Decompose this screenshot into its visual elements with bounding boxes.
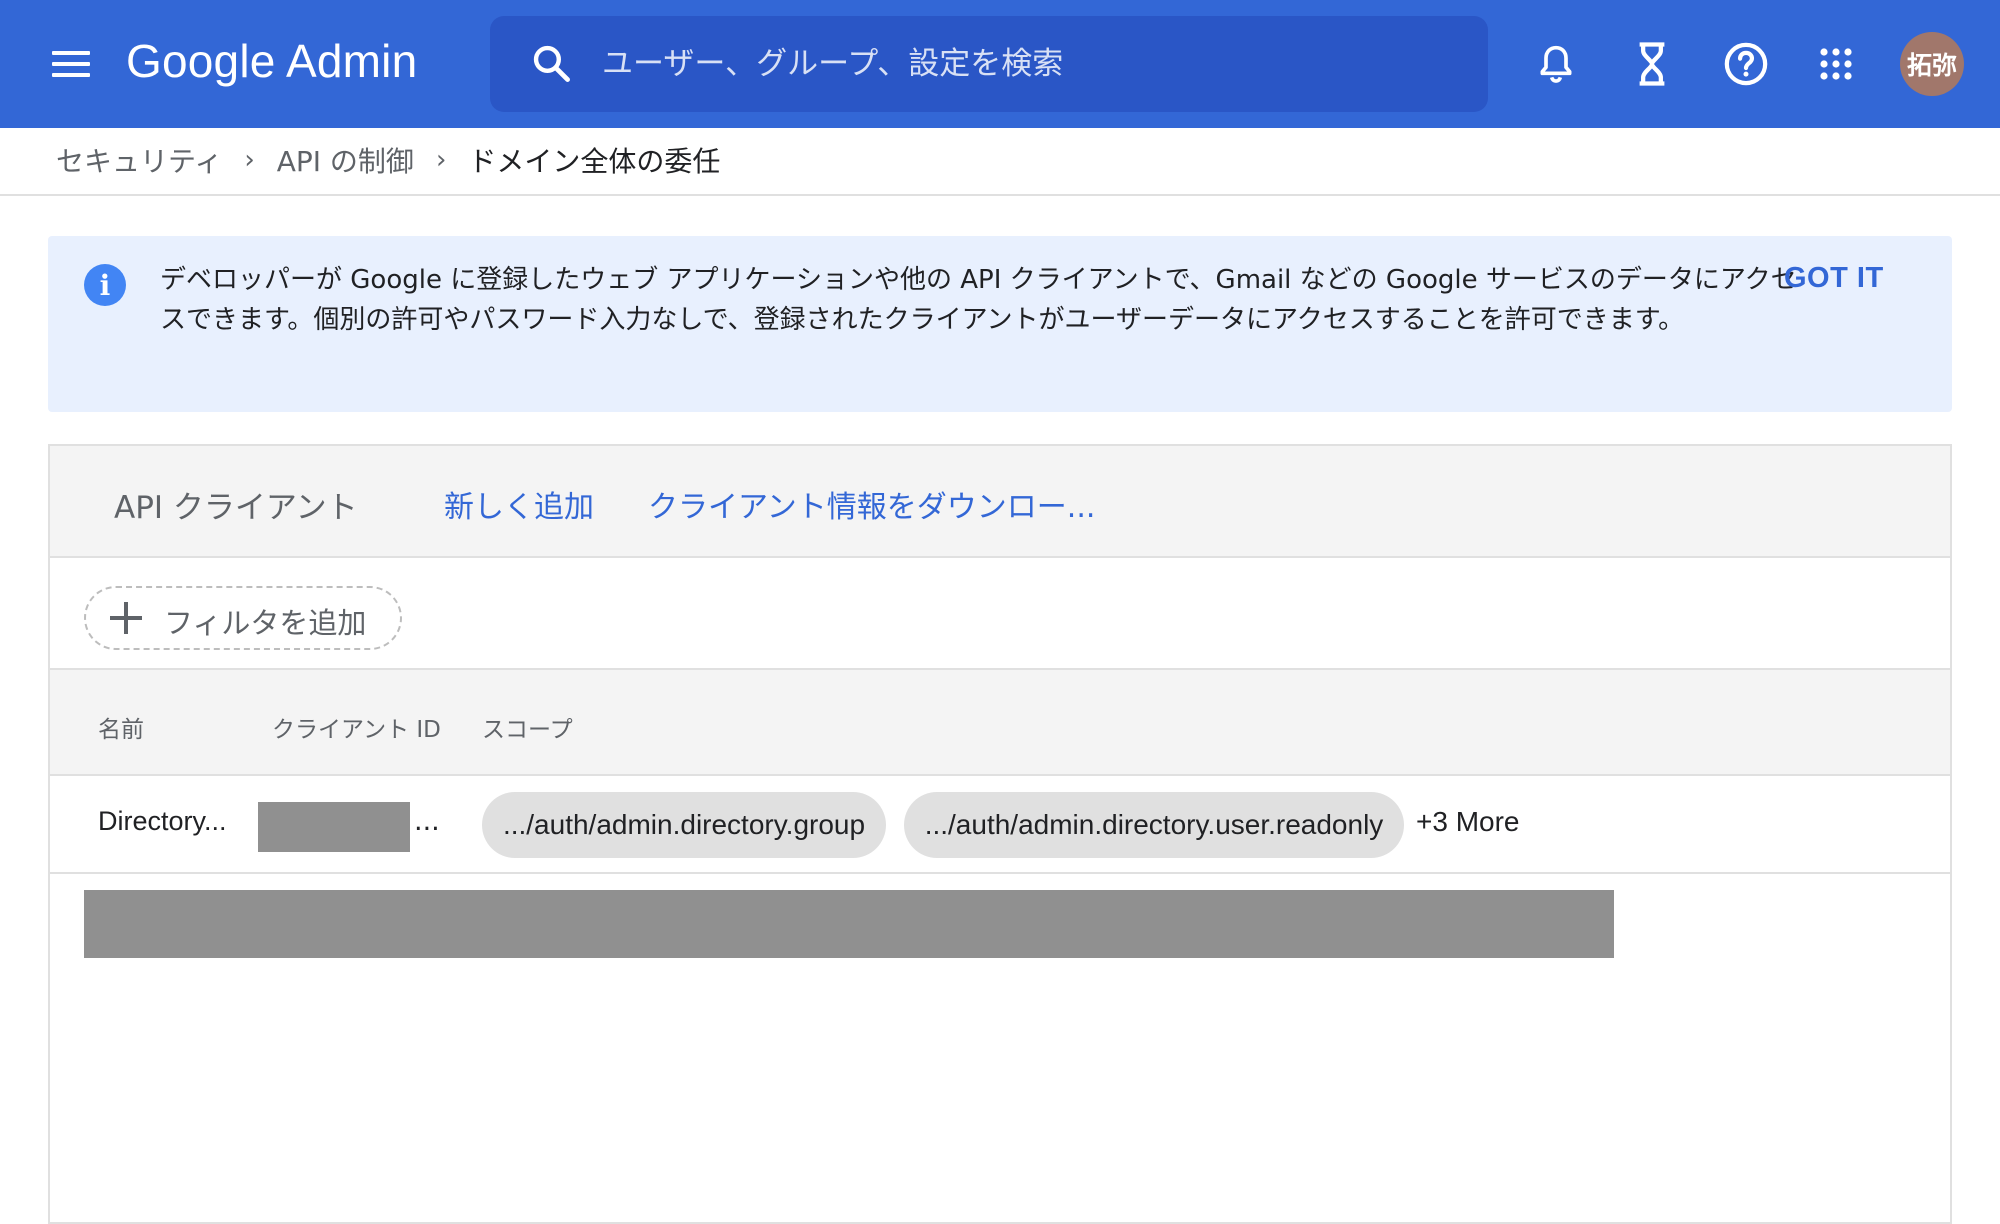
top-app-bar: Google Admin 拓弥 — [0, 0, 2000, 128]
google-admin-logo[interactable]: Google Admin — [126, 34, 417, 88]
column-header-name[interactable]: 名前 — [98, 710, 144, 744]
more-scopes-link[interactable]: +3 More — [1416, 806, 1520, 838]
user-avatar[interactable]: 拓弥 — [1900, 32, 1964, 96]
chevron-right-icon: › — [435, 145, 447, 175]
search-box[interactable] — [490, 16, 1488, 112]
help-circle-icon[interactable] — [1716, 34, 1776, 94]
client-name-cell[interactable]: Directory... — [98, 806, 227, 837]
client-id-ellipsis: ... — [414, 806, 440, 837]
banner-text: デベロッパーが Google に登録したウェブ アプリケーションや他の API … — [160, 265, 1797, 335]
redacted-row — [84, 890, 1614, 958]
hamburger-menu-icon[interactable] — [44, 42, 100, 86]
scope-chip[interactable]: .../auth/admin.directory.user.readonly — [904, 792, 1404, 858]
breadcrumb: セキュリティ › API の制御 › ドメイン全体の委任 — [56, 140, 720, 180]
scope-chip[interactable]: .../auth/admin.directory.group — [482, 792, 886, 858]
add-filter-button[interactable]: フィルタを追加 — [84, 586, 402, 650]
column-header-scopes[interactable]: スコープ — [482, 710, 573, 744]
search-input[interactable] — [602, 38, 1462, 90]
bell-notifications-icon[interactable] — [1526, 34, 1586, 94]
card-title: API クライアント — [114, 490, 358, 526]
got-it-button[interactable]: GOT IT — [1784, 262, 1884, 295]
breadcrumb-item-api-controls[interactable]: API の制御 — [277, 140, 414, 180]
redacted-client-id — [258, 802, 410, 852]
info-icon: i — [84, 264, 126, 306]
hourglass-tasks-icon[interactable] — [1622, 34, 1682, 94]
plus-icon — [108, 600, 144, 636]
apps-grid-icon[interactable] — [1806, 34, 1866, 94]
search-icon[interactable] — [530, 42, 574, 86]
card-header: API クライアント 新しく追加 クライアント情報をダウンロー... — [50, 446, 1950, 558]
info-banner: i デベロッパーが Google に登録したウェブ アプリケーションや他の AP… — [48, 236, 1952, 412]
add-new-button[interactable]: 新しく追加 — [444, 482, 594, 526]
api-clients-card: API クライアント 新しく追加 クライアント情報をダウンロー... フィルタを… — [48, 444, 1952, 1224]
column-header-client-id[interactable]: クライアント ID — [272, 710, 441, 744]
add-filter-label: フィルタを追加 — [164, 606, 367, 640]
table-row[interactable]: Directory... ... .../auth/admin.director… — [50, 776, 1950, 874]
chevron-right-icon: › — [244, 145, 255, 175]
header-divider — [0, 194, 2000, 196]
breadcrumb-item-security[interactable]: セキュリティ — [56, 140, 222, 180]
table-header: 名前 クライアント ID スコープ — [50, 670, 1950, 776]
download-client-info-button[interactable]: クライアント情報をダウンロー... — [648, 482, 1095, 526]
filter-bar: フィルタを追加 — [50, 558, 1950, 670]
breadcrumb-item-domain-wide-delegation: ドメイン全体の委任 — [468, 145, 721, 178]
